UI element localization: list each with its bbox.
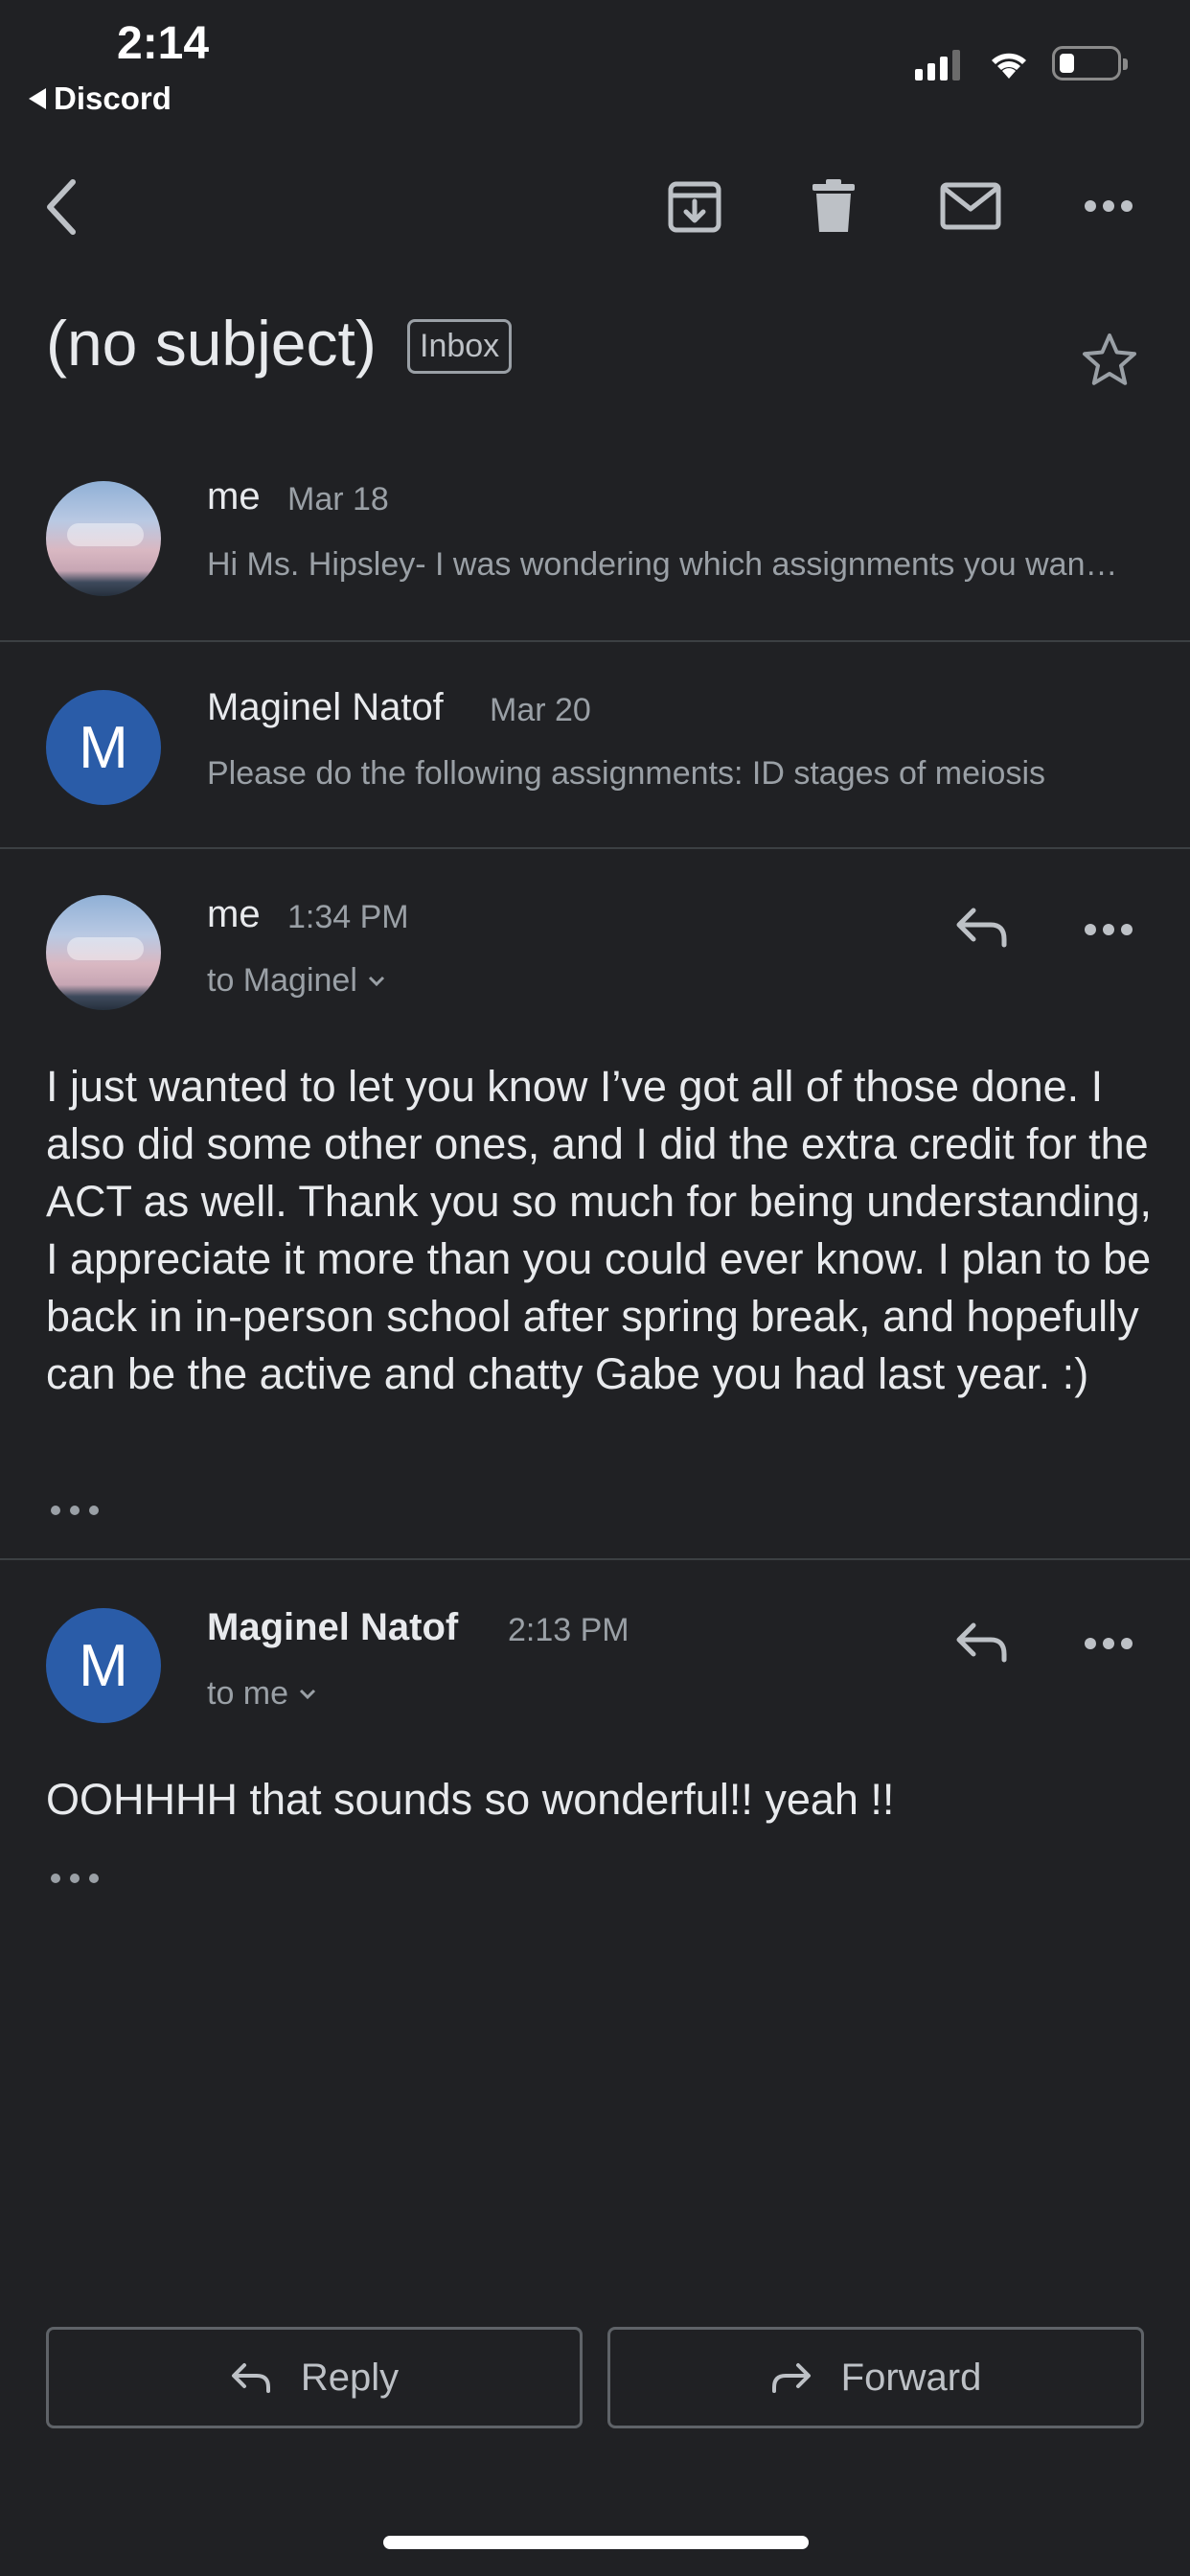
reply-label: Reply	[300, 2356, 400, 2399]
show-trimmed-content-icon[interactable]	[50, 1873, 100, 1884]
message-date: Mar 20	[490, 692, 591, 728]
sender-name: Maginel Natof	[207, 1606, 459, 1648]
home-indicator[interactable]	[383, 2536, 809, 2549]
message-snippet: Hi Ms. Hipsley- I was wondering which as…	[207, 546, 1123, 583]
chevron-down-icon	[368, 976, 384, 986]
recipients-toggle[interactable]: to Maginel	[207, 962, 386, 1000]
sender-name: Maginel Natof	[207, 686, 444, 728]
message-time: 2:13 PM	[508, 1612, 629, 1648]
avatar: M	[46, 690, 161, 805]
back-to-app-link[interactable]: Discord	[29, 80, 172, 117]
reply-icon[interactable]	[954, 1620, 1010, 1664]
reply-icon	[231, 2363, 270, 2393]
avatar	[46, 481, 161, 596]
reply-button[interactable]: Reply	[46, 2327, 583, 2428]
divider	[0, 1558, 1190, 1560]
message-body: I just wanted to let you know I’ve got a…	[46, 1062, 1152, 1398]
mail-icon[interactable]	[940, 182, 1001, 230]
forward-button[interactable]: Forward	[607, 2327, 1144, 2428]
avatar	[46, 895, 161, 1010]
sender-name: me	[207, 475, 261, 518]
more-icon[interactable]	[1085, 923, 1133, 936]
message-body: OOHHHH that sounds so wonderful!! yeah !…	[46, 1775, 895, 1824]
forward-icon	[771, 2363, 811, 2393]
email-subject: (no subject)	[46, 308, 377, 379]
archive-icon[interactable]	[667, 178, 722, 234]
inbox-label-badge[interactable]: Inbox	[407, 319, 513, 374]
status-time: 2:14	[117, 18, 210, 69]
recipients-label: to Maginel	[207, 962, 357, 999]
trash-icon[interactable]	[811, 178, 857, 234]
battery-icon	[1052, 46, 1128, 80]
wifi-icon	[992, 53, 1026, 79]
message-collapsed[interactable]: M Maginel Natof Mar 20 Please do the fol…	[0, 642, 1190, 849]
chevron-down-icon	[299, 1689, 316, 1699]
message-time: 1:34 PM	[287, 899, 409, 935]
message-collapsed[interactable]: me Mar 18 Hi Ms. Hipsley- I was wonderin…	[0, 460, 1190, 642]
reply-icon[interactable]	[954, 905, 1010, 949]
more-icon[interactable]	[1085, 199, 1133, 213]
sender-name: me	[207, 893, 261, 935]
recipients-label: to me	[207, 1675, 289, 1712]
back-triangle-icon	[29, 88, 46, 109]
back-app-label: Discord	[54, 80, 172, 116]
divider	[0, 847, 1190, 849]
show-trimmed-content-icon[interactable]	[50, 1505, 100, 1516]
cellular-signal-icon	[915, 50, 960, 80]
forward-label: Forward	[840, 2356, 982, 2399]
recipients-toggle[interactable]: to me	[207, 1675, 317, 1713]
message-snippet: Please do the following assignments: ID …	[207, 755, 1046, 792]
avatar: M	[46, 1608, 161, 1723]
star-icon[interactable]	[1081, 332, 1138, 387]
back-arrow-icon[interactable]	[42, 178, 80, 236]
message-date: Mar 18	[287, 481, 389, 518]
more-icon[interactable]	[1085, 1637, 1133, 1650]
